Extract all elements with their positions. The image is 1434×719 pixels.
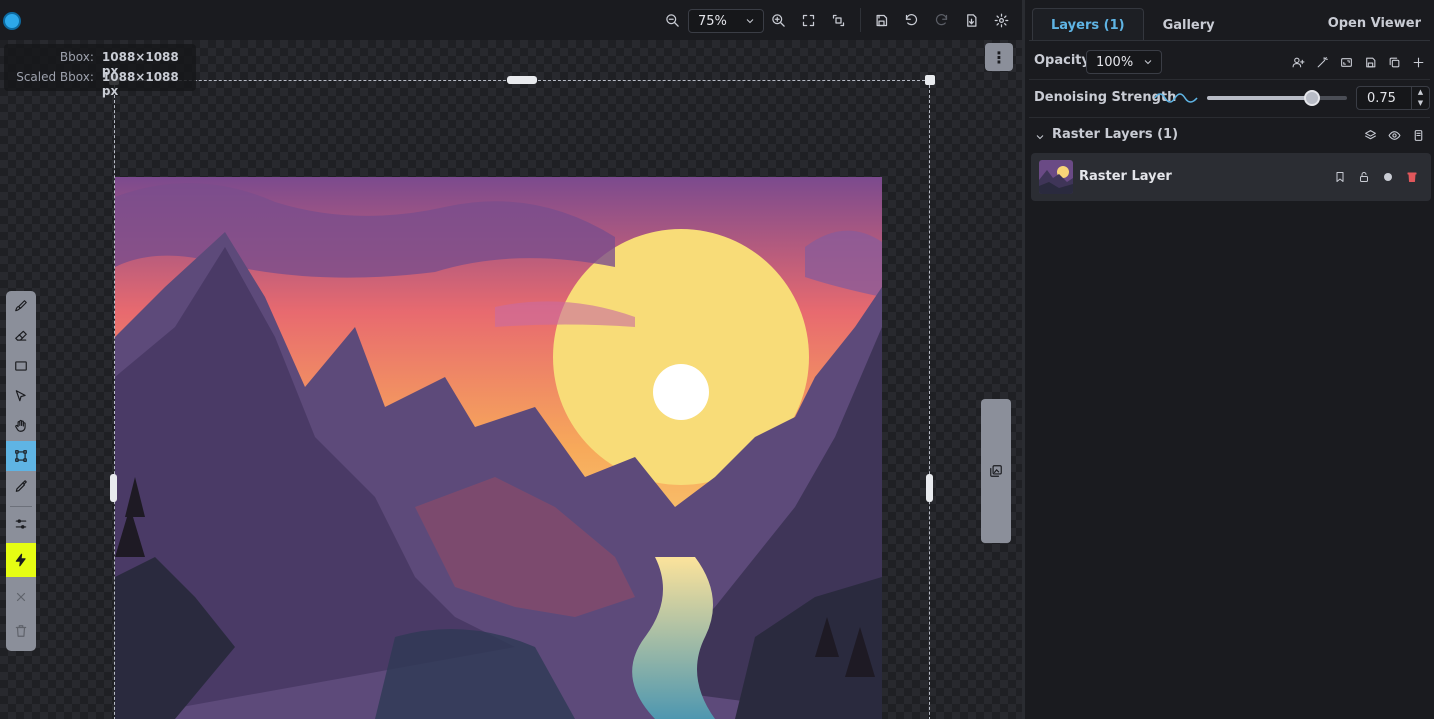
lightning-icon xyxy=(15,553,26,567)
images-icon xyxy=(990,465,1002,477)
rectangle-icon xyxy=(15,361,27,371)
opacity-select[interactable]: 100% xyxy=(1086,50,1162,74)
add-icon[interactable] xyxy=(1410,54,1426,70)
close-icon xyxy=(16,592,26,602)
delete-layer-icon[interactable] xyxy=(1404,169,1420,185)
tab-layers[interactable]: Layers (1) xyxy=(1032,8,1144,41)
canvas-topbar: 75% xyxy=(0,0,1022,40)
clear-queue-button[interactable] xyxy=(6,616,36,646)
fit-bbox-icon[interactable] xyxy=(829,11,847,29)
eye-icon[interactable] xyxy=(1386,127,1402,143)
raster-layers-group-header[interactable]: Raster Layers (1) xyxy=(1034,126,1429,144)
chevron-down-icon[interactable]: ▼ xyxy=(1412,98,1429,109)
visibility-dot-icon[interactable] xyxy=(1380,169,1396,185)
denoise-slider[interactable] xyxy=(1207,90,1347,106)
wave-icon xyxy=(1154,93,1198,103)
cancel-button[interactable] xyxy=(6,582,36,612)
denoise-row: Denoising Strength 0.75 ▲ ▼ xyxy=(1034,86,1430,110)
bounding-box[interactable] xyxy=(114,80,930,719)
redo-icon[interactable] xyxy=(932,11,950,29)
denoise-slider-fill xyxy=(1207,96,1312,100)
tool-settings-button[interactable] xyxy=(6,509,36,539)
add-user-layer-icon[interactable] xyxy=(1290,54,1306,70)
bbox-info-panel: Bbox: 1088×1088 px Scaled Bbox: 1088×108… xyxy=(4,44,196,98)
opacity-label: Opacity xyxy=(1034,53,1090,68)
chevron-up-icon[interactable]: ▲ xyxy=(1412,87,1429,98)
hand-icon xyxy=(15,419,26,432)
bbox-value: 1088×1088 px xyxy=(101,50,179,78)
tool-divider xyxy=(10,506,32,507)
eraser-icon xyxy=(15,330,27,341)
chevron-down-icon xyxy=(1142,56,1154,72)
bbox-handle-top-right[interactable] xyxy=(925,75,935,85)
lock-icon[interactable] xyxy=(1356,169,1372,185)
canvas-menu-button[interactable]: ⋮ xyxy=(985,43,1013,71)
export-icon[interactable] xyxy=(962,11,980,29)
bookmark-icon[interactable] xyxy=(1332,169,1348,185)
bbox-label: Bbox: xyxy=(59,50,94,64)
bbox-handle-left[interactable] xyxy=(110,474,117,502)
eraser-tool-button[interactable] xyxy=(6,321,36,351)
invoke-button[interactable] xyxy=(6,543,36,577)
raster-layers-title: Raster Layers (1) xyxy=(1052,127,1179,142)
scaled-bbox-value: 1088×1088 px xyxy=(101,70,179,98)
zoom-value: 75% xyxy=(698,13,727,29)
app-root: 75% Bbox: 1088×1088 px Scaled Bbox: 1088… xyxy=(0,0,1434,719)
section-divider xyxy=(1029,117,1430,118)
right-panel: Layers (1) Gallery Open Viewer Opacity 1… xyxy=(1022,0,1434,719)
undo-icon[interactable] xyxy=(902,11,920,29)
chevron-down-icon xyxy=(744,15,756,27)
section-divider xyxy=(1029,79,1430,80)
tab-gallery[interactable]: Gallery xyxy=(1144,8,1234,41)
view-tool-button[interactable] xyxy=(6,411,36,441)
zoom-select[interactable]: 75% xyxy=(688,9,764,33)
zoom-out-icon[interactable] xyxy=(663,11,681,29)
toggle-side-panel-button[interactable] xyxy=(981,399,1011,543)
save-layer-icon[interactable] xyxy=(1362,54,1378,70)
fit-screen-icon[interactable] xyxy=(799,11,817,29)
eyedropper-icon xyxy=(15,480,27,492)
settings-icon[interactable] xyxy=(992,11,1010,29)
resize-frame-icon[interactable] xyxy=(1338,54,1354,70)
tab-divider xyxy=(1029,40,1430,41)
merge-icon[interactable] xyxy=(1410,127,1426,143)
more-vertical-icon: ⋮ xyxy=(991,47,1007,67)
denoise-input[interactable]: 0.75 ▲ ▼ xyxy=(1356,86,1430,110)
bbox-handle-top[interactable] xyxy=(507,76,537,84)
scaled-bbox-label: Scaled Bbox: xyxy=(16,70,94,84)
transform-tool-button[interactable] xyxy=(6,441,36,471)
color-picker-tool-button[interactable] xyxy=(6,471,36,501)
panel-tabs: Layers (1) Gallery xyxy=(1032,8,1234,41)
brush-tool-button[interactable] xyxy=(6,291,36,321)
duplicate-icon[interactable] xyxy=(1386,54,1402,70)
denoise-value: 0.75 xyxy=(1367,90,1396,106)
save-icon[interactable] xyxy=(872,11,890,29)
zoom-in-icon[interactable] xyxy=(769,11,787,29)
magic-wand-icon[interactable] xyxy=(1314,54,1330,70)
open-viewer-button[interactable]: Open Viewer xyxy=(1328,16,1421,31)
trash-icon xyxy=(15,625,27,637)
bbox-handle-right[interactable] xyxy=(926,474,933,502)
move-tool-button[interactable] xyxy=(6,381,36,411)
layer-name: Raster Layer xyxy=(1079,169,1172,184)
layer-thumbnail xyxy=(1039,160,1073,194)
denoise-stepper[interactable]: ▲ ▼ xyxy=(1411,87,1429,109)
sliders-icon xyxy=(15,519,27,529)
toolbar-divider xyxy=(860,8,861,32)
layer-item[interactable]: Raster Layer xyxy=(1031,153,1431,201)
tool-palette xyxy=(6,291,36,651)
transform-icon xyxy=(15,450,27,462)
app-logo[interactable] xyxy=(3,12,21,30)
cursor-icon xyxy=(15,390,26,402)
denoise-slider-thumb[interactable] xyxy=(1304,90,1320,106)
opacity-value: 100% xyxy=(1096,54,1134,70)
chevron-down-icon[interactable] xyxy=(1034,128,1046,140)
layers-stack-icon[interactable] xyxy=(1362,127,1378,143)
rectangle-tool-button[interactable] xyxy=(6,351,36,381)
canvas-area[interactable]: Bbox: 1088×1088 px Scaled Bbox: 1088×108… xyxy=(0,40,1022,719)
brush-icon xyxy=(15,300,27,312)
opacity-row: Opacity 100% xyxy=(1034,50,1429,74)
